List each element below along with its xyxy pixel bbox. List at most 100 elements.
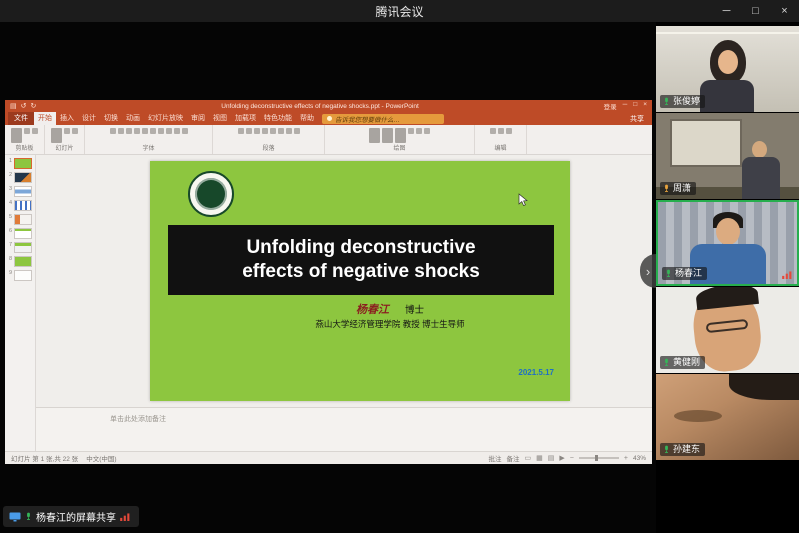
close-button[interactable]: × <box>770 0 799 22</box>
tab-transitions[interactable]: 切换 <box>100 112 122 125</box>
yanshan-university-emblem-icon <box>188 171 234 217</box>
slide-author-line: 杨春江 博士 <box>250 301 530 317</box>
reading-view-icon[interactable]: ▤ <box>548 454 555 462</box>
copy-icon[interactable] <box>32 128 38 134</box>
align-left-icon[interactable] <box>262 128 268 134</box>
ppt-minimize-button[interactable]: ─ <box>623 101 628 111</box>
undo-icon[interactable]: ↺ <box>21 102 27 110</box>
slide-thumbnail-6[interactable]: 6 <box>7 228 33 239</box>
participant-tile-huangjiangang[interactable]: 黄健刚 <box>656 287 799 373</box>
ppt-close-button[interactable]: × <box>643 101 647 111</box>
layout-icon[interactable] <box>64 128 70 134</box>
zoom-in-button[interactable]: + <box>624 455 628 462</box>
highlight-icon[interactable] <box>166 128 172 134</box>
notes-pane[interactable]: 单击此处添加备注 <box>36 407 652 451</box>
tab-help[interactable]: 帮助 <box>296 112 318 125</box>
zoom-percent[interactable]: 43% <box>633 455 646 462</box>
bullets-icon[interactable] <box>238 128 244 134</box>
slide-thumbnail-5[interactable]: 5 <box>7 214 33 225</box>
save-icon[interactable]: ▤ <box>10 102 17 110</box>
tab-review[interactable]: 审阅 <box>187 112 209 125</box>
slideshow-view-icon[interactable]: ▶ <box>559 454 564 462</box>
thumb-preview <box>14 242 32 253</box>
slide-thumbnail-3[interactable]: 3 <box>7 186 33 197</box>
align-right-icon[interactable] <box>278 128 284 134</box>
notes-button[interactable]: 备注 <box>507 453 520 463</box>
thumb-number: 3 <box>7 186 12 192</box>
thumb-preview <box>14 270 32 281</box>
columns-icon[interactable] <box>286 128 292 134</box>
shape-fill-icon[interactable] <box>408 128 414 134</box>
ribbon-group-font: 字体 <box>85 125 213 154</box>
ribbon-group-icons <box>490 128 512 134</box>
minimize-button[interactable]: ─ <box>712 0 741 22</box>
tab-special-features[interactable]: 特色功能 <box>260 112 296 125</box>
ribbon-group-label: 幻灯片 <box>55 146 73 153</box>
slide-thumbnail-2[interactable]: 2 <box>7 172 33 183</box>
slide-thumbnail-1[interactable]: 1 <box>7 158 33 169</box>
cut-icon[interactable] <box>24 128 30 134</box>
person-face-shape <box>716 218 740 245</box>
font-color-icon[interactable] <box>158 128 164 134</box>
quick-styles-icon[interactable] <box>395 128 406 143</box>
tab-slideshow[interactable]: 幻灯片放映 <box>144 112 187 125</box>
shape-effects-icon[interactable] <box>424 128 430 134</box>
zoom-out-button[interactable]: − <box>570 455 574 462</box>
participant-name: 黄健刚 <box>673 357 700 368</box>
tab-animations[interactable]: 动画 <box>122 112 144 125</box>
slide-sorter-view-icon[interactable]: ▦ <box>536 454 543 462</box>
slide-thumbnail-9[interactable]: 9 <box>7 270 33 281</box>
tab-file[interactable]: 文件 <box>8 112 34 125</box>
underline-icon[interactable] <box>142 128 148 134</box>
slide-canvas[interactable]: Unfolding deconstructive effects of nega… <box>36 155 652 451</box>
find-icon[interactable] <box>490 128 496 134</box>
select-icon[interactable] <box>506 128 512 134</box>
ppt-signin-button[interactable]: 登录 <box>604 101 617 111</box>
bold-icon[interactable] <box>126 128 132 134</box>
reset-icon[interactable] <box>72 128 78 134</box>
arrange-icon[interactable] <box>382 128 393 143</box>
slide-thumbnail-8[interactable]: 8 <box>7 256 33 267</box>
author-degree: 博士 <box>405 305 424 316</box>
numbering-icon[interactable] <box>246 128 252 134</box>
text-direction-icon[interactable] <box>294 128 300 134</box>
slide-thumbnail-panel: 1 2 3 4 5 6 7 8 9 <box>5 155 36 451</box>
tellme-search[interactable]: 告诉我您想要做什么… <box>322 114 444 124</box>
align-center-icon[interactable] <box>270 128 276 134</box>
tab-home[interactable]: 开始 <box>34 112 56 125</box>
font-name-icon[interactable] <box>110 128 116 134</box>
shape-outline-icon[interactable] <box>416 128 422 134</box>
ppt-maximize-button[interactable]: □ <box>633 101 637 111</box>
comments-button[interactable]: 批注 <box>489 453 502 463</box>
indent-icon[interactable] <box>254 128 260 134</box>
slide-thumbnail-4[interactable]: 4 <box>7 200 33 211</box>
tab-insert[interactable]: 插入 <box>56 112 78 125</box>
shapes-icon[interactable] <box>369 128 380 143</box>
participant-tile-zhouxiao[interactable]: 周潇 <box>656 113 799 199</box>
font-size-icon[interactable] <box>118 128 124 134</box>
shadow-icon[interactable] <box>150 128 156 134</box>
clear-format-icon[interactable] <box>174 128 180 134</box>
language-indicator[interactable]: 中文(中国) <box>86 453 116 463</box>
maximize-button[interactable]: □ <box>741 0 770 22</box>
ppt-share-button[interactable]: 共享 <box>630 114 644 124</box>
author-name: 杨春江 <box>356 304 389 316</box>
slide-1[interactable]: Unfolding deconstructive effects of nega… <box>150 161 570 401</box>
tab-design[interactable]: 设计 <box>78 112 100 125</box>
slide-thumbnail-7[interactable]: 7 <box>7 242 33 253</box>
participant-tile-yangchunjiang-active-speaker[interactable]: 杨春江 <box>656 200 799 286</box>
tab-addins[interactable]: 加载项 <box>231 112 260 125</box>
zoom-slider[interactable] <box>579 457 619 459</box>
participant-tile-zhangjunting[interactable]: 张俊婷 <box>656 26 799 112</box>
normal-view-icon[interactable]: ▭ <box>525 454 532 462</box>
new-slide-icon[interactable] <box>51 128 62 143</box>
tab-view[interactable]: 视图 <box>209 112 231 125</box>
replace-icon[interactable] <box>498 128 504 134</box>
italic-icon[interactable] <box>134 128 140 134</box>
participant-name-tag: 孙建东 <box>660 443 705 456</box>
char-spacing-icon[interactable] <box>182 128 188 134</box>
slide-title-line1: Unfolding deconstructive <box>168 236 554 260</box>
share-badge[interactable]: 杨春江的屏幕共享 <box>3 506 139 527</box>
paste-icon[interactable] <box>11 128 22 143</box>
participant-tile-sunjiandong[interactable]: 孙建东 <box>656 374 799 460</box>
